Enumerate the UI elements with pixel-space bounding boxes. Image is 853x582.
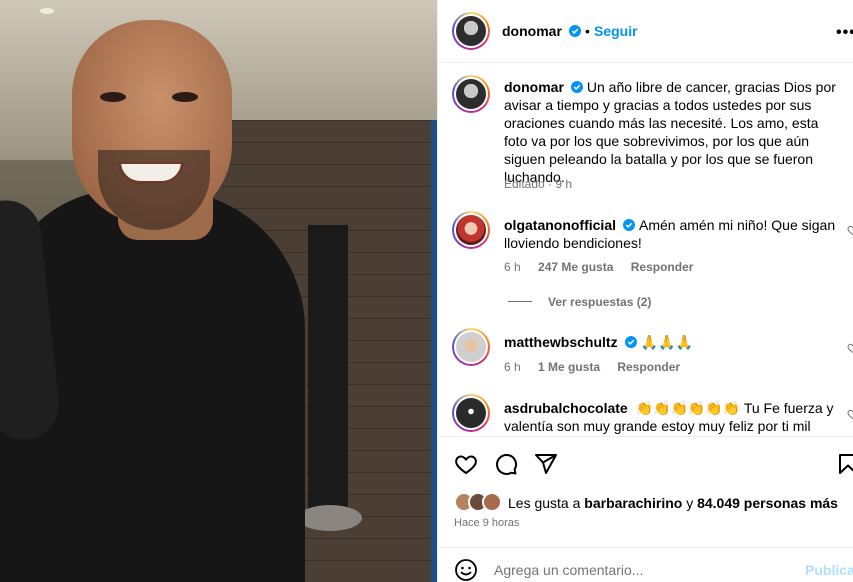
- post-photo[interactable]: [0, 0, 437, 582]
- view-replies-button[interactable]: Ver respuestas (2): [508, 295, 651, 309]
- author-avatar[interactable]: [452, 12, 490, 50]
- photo-eye: [100, 92, 126, 102]
- post-actions: Les gusta a barbarachirino y 84.049 pers…: [438, 436, 853, 582]
- caption-edited: Editado: [504, 177, 545, 191]
- post-timestamp[interactable]: Hace 9 horas: [454, 517, 519, 529]
- photo-cabinet: [308, 225, 348, 515]
- add-comment-bar: Publicar: [438, 547, 853, 582]
- comment-avatar[interactable]: [452, 211, 490, 249]
- smiley-icon[interactable]: [454, 558, 478, 582]
- follow-button[interactable]: Seguir: [594, 23, 638, 39]
- comment-like-heart-icon[interactable]: [847, 408, 853, 420]
- likes-connector: y: [686, 495, 694, 511]
- verified-badge-icon: [624, 336, 637, 348]
- comment-reply-button[interactable]: Responder: [631, 260, 694, 274]
- comment-text-block: asdrubalchocolate 👏👏👏👏👏👏 Tu Fe fuerza y …: [504, 399, 844, 435]
- comment-username[interactable]: asdrubalchocolate: [504, 400, 628, 416]
- comment-username[interactable]: olgatanonofficial: [504, 217, 616, 233]
- heart-icon[interactable]: [454, 452, 478, 476]
- caption-time: 9 h: [555, 177, 573, 191]
- liker-avatar: [482, 492, 502, 512]
- comments-section[interactable]: donomar Un año libre de cancer, gracias D…: [438, 63, 853, 435]
- header-username-wrap[interactable]: donomar: [502, 23, 582, 41]
- ceiling-light: [40, 8, 54, 14]
- comment-input[interactable]: [494, 562, 744, 578]
- caption-text-block: donomar Un año libre de cancer, gracias D…: [504, 78, 844, 186]
- comment-meta: 6 h 247 Me gusta Responder: [504, 260, 693, 274]
- caption-meta: Editado · 9 h: [504, 177, 572, 191]
- likers-avatars[interactable]: [454, 492, 506, 512]
- bookmark-icon[interactable]: [836, 452, 853, 476]
- photo-stand-base: [298, 505, 362, 531]
- comment-meta: 6 h 1 Me gusta Responder: [504, 360, 680, 374]
- verified-badge-icon: [623, 219, 635, 231]
- comment-time: 6 h: [504, 360, 521, 374]
- comment-avatar[interactable]: [452, 394, 490, 432]
- share-icon[interactable]: [534, 452, 558, 476]
- comment-like-heart-icon[interactable]: [847, 342, 853, 354]
- comment-text-block: matthewbschultz 🙏🙏🙏: [504, 333, 844, 351]
- more-options-icon[interactable]: •••: [836, 24, 853, 42]
- post-comment-button[interactable]: Publicar: [805, 562, 853, 578]
- likes-user[interactable]: barbarachirino: [584, 495, 682, 511]
- caption-avatar[interactable]: [452, 75, 490, 113]
- comment-like-heart-icon[interactable]: [847, 224, 853, 236]
- likes-prefix: Les gusta a: [508, 495, 581, 511]
- header-username[interactable]: donomar: [502, 23, 562, 39]
- comment-text: 🙏🙏🙏: [640, 334, 693, 350]
- caption-dot: ·: [548, 177, 553, 191]
- likes-others[interactable]: 84.049 personas más: [697, 495, 838, 511]
- header-separator: •: [585, 23, 590, 39]
- comment-text-block: olgatanonofficial Amén amén mi niño! Que …: [504, 216, 844, 252]
- verified-badge-icon: [569, 25, 582, 37]
- comment-avatar[interactable]: [452, 328, 490, 366]
- comment-username[interactable]: matthewbschultz: [504, 334, 618, 350]
- comment-time: 6 h: [504, 260, 521, 274]
- comment-likes[interactable]: 247 Me gusta: [538, 260, 613, 274]
- replies-line: [508, 301, 532, 302]
- photo-eye: [172, 92, 198, 102]
- likes-summary: Les gusta a barbarachirino y 84.049 pers…: [508, 495, 838, 511]
- caption-username[interactable]: donomar: [504, 79, 564, 95]
- comment-icon[interactable]: [494, 452, 518, 476]
- post-panel: donomar • Seguir ••• donomarUn año libre…: [437, 0, 853, 582]
- view-replies-label[interactable]: Ver respuestas (2): [548, 295, 651, 309]
- verified-badge-icon: [570, 81, 583, 93]
- comment-reply-button[interactable]: Responder: [617, 360, 680, 374]
- comment-likes[interactable]: 1 Me gusta: [538, 360, 600, 374]
- post-header: donomar • Seguir •••: [438, 0, 853, 63]
